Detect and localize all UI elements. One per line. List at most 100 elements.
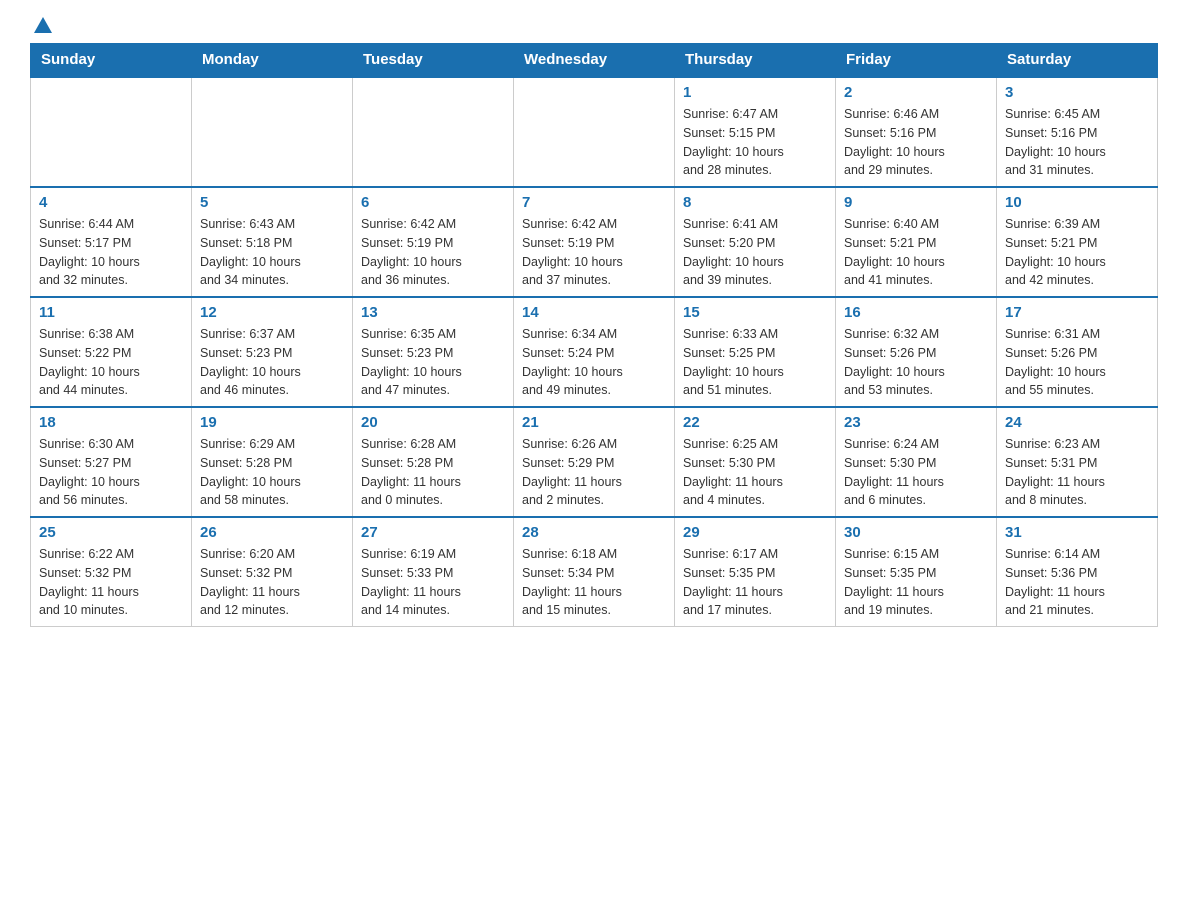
day-info: Sunrise: 6:35 AM Sunset: 5:23 PM Dayligh… — [361, 325, 505, 400]
day-info: Sunrise: 6:14 AM Sunset: 5:36 PM Dayligh… — [1005, 545, 1149, 620]
calendar-cell: 29 Sunrise: 6:17 AM Sunset: 5:35 PM Dayli… — [675, 517, 836, 627]
calendar-cell: 17 Sunrise: 6:31 AM Sunset: 5:26 PM Dayli… — [997, 297, 1158, 407]
day-number: 6 — [361, 194, 505, 211]
calendar-header-tuesday: Tuesday — [353, 43, 514, 77]
calendar-cell: 2Sunrise: 6:46 AM Sunset: 5:16 PM Daylig… — [836, 77, 997, 187]
day-info: Sunrise: 6:17 AM Sunset: 5:35 PM Dayligh… — [683, 545, 827, 620]
day-number: 9 — [844, 194, 988, 211]
calendar-cell: 7 Sunrise: 6:42 AM Sunset: 5:19 PM Daylig… — [514, 187, 675, 297]
day-number: 27 — [361, 524, 505, 541]
calendar-cell: 15 Sunrise: 6:33 AM Sunset: 5:25 PM Dayli… — [675, 297, 836, 407]
day-info: Sunrise: 6:39 AM Sunset: 5:21 PM Dayligh… — [1005, 215, 1149, 290]
calendar-cell — [353, 77, 514, 187]
day-info: Sunrise: 6:40 AM Sunset: 5:21 PM Dayligh… — [844, 215, 988, 290]
day-info: Sunrise: 6:46 AM Sunset: 5:16 PM Dayligh… — [844, 105, 988, 180]
calendar-cell — [192, 77, 353, 187]
calendar-cell: 21 Sunrise: 6:26 AM Sunset: 5:29 PM Dayli… — [514, 407, 675, 517]
calendar-cell: 28Sunrise: 6:18 AM Sunset: 5:34 PM Dayli… — [514, 517, 675, 627]
day-info: Sunrise: 6:31 AM Sunset: 5:26 PM Dayligh… — [1005, 325, 1149, 400]
day-info: Sunrise: 6:30 AM Sunset: 5:27 PM Dayligh… — [39, 435, 183, 510]
day-number: 7 — [522, 194, 666, 211]
calendar-cell — [514, 77, 675, 187]
day-info: Sunrise: 6:24 AM Sunset: 5:30 PM Dayligh… — [844, 435, 988, 510]
day-number: 25 — [39, 524, 183, 541]
calendar-cell: 12 Sunrise: 6:37 AM Sunset: 5:23 PM Dayli… — [192, 297, 353, 407]
day-info: Sunrise: 6:47 AM Sunset: 5:15 PM Dayligh… — [683, 105, 827, 180]
day-number: 29 — [683, 524, 827, 541]
calendar-week-5: 25 Sunrise: 6:22 AM Sunset: 5:32 PM Dayli… — [31, 517, 1158, 627]
calendar-cell: 19 Sunrise: 6:29 AM Sunset: 5:28 PM Dayli… — [192, 407, 353, 517]
day-info: Sunrise: 6:20 AM Sunset: 5:32 PM Dayligh… — [200, 545, 344, 620]
day-info: Sunrise: 6:34 AM Sunset: 5:24 PM Dayligh… — [522, 325, 666, 400]
calendar-cell: 11 Sunrise: 6:38 AM Sunset: 5:22 PM Dayli… — [31, 297, 192, 407]
calendar-cell: 3 Sunrise: 6:45 AM Sunset: 5:16 PM Daylig… — [997, 77, 1158, 187]
day-number: 17 — [1005, 304, 1149, 321]
calendar-cell: 25 Sunrise: 6:22 AM Sunset: 5:32 PM Dayli… — [31, 517, 192, 627]
calendar-cell: 10Sunrise: 6:39 AM Sunset: 5:21 PM Dayli… — [997, 187, 1158, 297]
day-info: Sunrise: 6:38 AM Sunset: 5:22 PM Dayligh… — [39, 325, 183, 400]
day-number: 3 — [1005, 84, 1149, 101]
day-number: 22 — [683, 414, 827, 431]
day-number: 8 — [683, 194, 827, 211]
calendar-cell: 22 Sunrise: 6:25 AM Sunset: 5:30 PM Dayli… — [675, 407, 836, 517]
calendar-table: SundayMondayTuesdayWednesdayThursdayFrid… — [30, 43, 1158, 627]
calendar-week-3: 11 Sunrise: 6:38 AM Sunset: 5:22 PM Dayli… — [31, 297, 1158, 407]
day-info: Sunrise: 6:45 AM Sunset: 5:16 PM Dayligh… — [1005, 105, 1149, 180]
day-number: 4 — [39, 194, 183, 211]
calendar-cell: 9 Sunrise: 6:40 AM Sunset: 5:21 PM Daylig… — [836, 187, 997, 297]
day-number: 1 — [683, 84, 827, 101]
day-info: Sunrise: 6:32 AM Sunset: 5:26 PM Dayligh… — [844, 325, 988, 400]
calendar-header-friday: Friday — [836, 43, 997, 77]
day-info: Sunrise: 6:26 AM Sunset: 5:29 PM Dayligh… — [522, 435, 666, 510]
calendar-cell: 5 Sunrise: 6:43 AM Sunset: 5:18 PM Daylig… — [192, 187, 353, 297]
day-info: Sunrise: 6:42 AM Sunset: 5:19 PM Dayligh… — [361, 215, 505, 290]
calendar-cell — [31, 77, 192, 187]
day-info: Sunrise: 6:33 AM Sunset: 5:25 PM Dayligh… — [683, 325, 827, 400]
calendar-cell: 23 Sunrise: 6:24 AM Sunset: 5:30 PM Dayli… — [836, 407, 997, 517]
day-number: 30 — [844, 524, 988, 541]
calendar-cell: 4 Sunrise: 6:44 AM Sunset: 5:17 PM Daylig… — [31, 187, 192, 297]
calendar-header-monday: Monday — [192, 43, 353, 77]
day-number: 13 — [361, 304, 505, 321]
calendar-cell: 8 Sunrise: 6:41 AM Sunset: 5:20 PM Daylig… — [675, 187, 836, 297]
day-number: 24 — [1005, 414, 1149, 431]
day-info: Sunrise: 6:43 AM Sunset: 5:18 PM Dayligh… — [200, 215, 344, 290]
day-number: 14 — [522, 304, 666, 321]
logo — [30, 20, 52, 33]
calendar-cell: 13 Sunrise: 6:35 AM Sunset: 5:23 PM Dayli… — [353, 297, 514, 407]
day-info: Sunrise: 6:29 AM Sunset: 5:28 PM Dayligh… — [200, 435, 344, 510]
calendar-cell: 30 Sunrise: 6:15 AM Sunset: 5:35 PM Dayli… — [836, 517, 997, 627]
day-info: Sunrise: 6:37 AM Sunset: 5:23 PM Dayligh… — [200, 325, 344, 400]
day-info: Sunrise: 6:41 AM Sunset: 5:20 PM Dayligh… — [683, 215, 827, 290]
calendar-cell: 1 Sunrise: 6:47 AM Sunset: 5:15 PM Daylig… — [675, 77, 836, 187]
day-number: 23 — [844, 414, 988, 431]
day-number: 11 — [39, 304, 183, 321]
day-number: 31 — [1005, 524, 1149, 541]
day-number: 20 — [361, 414, 505, 431]
calendar-cell: 31 Sunrise: 6:14 AM Sunset: 5:36 PM Dayli… — [997, 517, 1158, 627]
day-info: Sunrise: 6:23 AM Sunset: 5:31 PM Dayligh… — [1005, 435, 1149, 510]
day-number: 21 — [522, 414, 666, 431]
day-number: 28 — [522, 524, 666, 541]
day-number: 5 — [200, 194, 344, 211]
calendar-cell: 14 Sunrise: 6:34 AM Sunset: 5:24 PM Dayli… — [514, 297, 675, 407]
day-number: 19 — [200, 414, 344, 431]
calendar-week-2: 4 Sunrise: 6:44 AM Sunset: 5:17 PM Daylig… — [31, 187, 1158, 297]
calendar-cell: 18Sunrise: 6:30 AM Sunset: 5:27 PM Dayli… — [31, 407, 192, 517]
calendar-cell: 20Sunrise: 6:28 AM Sunset: 5:28 PM Dayli… — [353, 407, 514, 517]
day-info: Sunrise: 6:22 AM Sunset: 5:32 PM Dayligh… — [39, 545, 183, 620]
calendar-header-thursday: Thursday — [675, 43, 836, 77]
calendar-header-wednesday: Wednesday — [514, 43, 675, 77]
page-header — [30, 20, 1158, 33]
day-number: 26 — [200, 524, 344, 541]
day-info: Sunrise: 6:44 AM Sunset: 5:17 PM Dayligh… — [39, 215, 183, 290]
day-number: 15 — [683, 304, 827, 321]
day-info: Sunrise: 6:42 AM Sunset: 5:19 PM Dayligh… — [522, 215, 666, 290]
calendar-header-sunday: Sunday — [31, 43, 192, 77]
day-info: Sunrise: 6:25 AM Sunset: 5:30 PM Dayligh… — [683, 435, 827, 510]
day-info: Sunrise: 6:15 AM Sunset: 5:35 PM Dayligh… — [844, 545, 988, 620]
calendar-header-row: SundayMondayTuesdayWednesdayThursdayFrid… — [31, 43, 1158, 77]
day-number: 12 — [200, 304, 344, 321]
day-info: Sunrise: 6:19 AM Sunset: 5:33 PM Dayligh… — [361, 545, 505, 620]
calendar-cell: 26 Sunrise: 6:20 AM Sunset: 5:32 PM Dayli… — [192, 517, 353, 627]
